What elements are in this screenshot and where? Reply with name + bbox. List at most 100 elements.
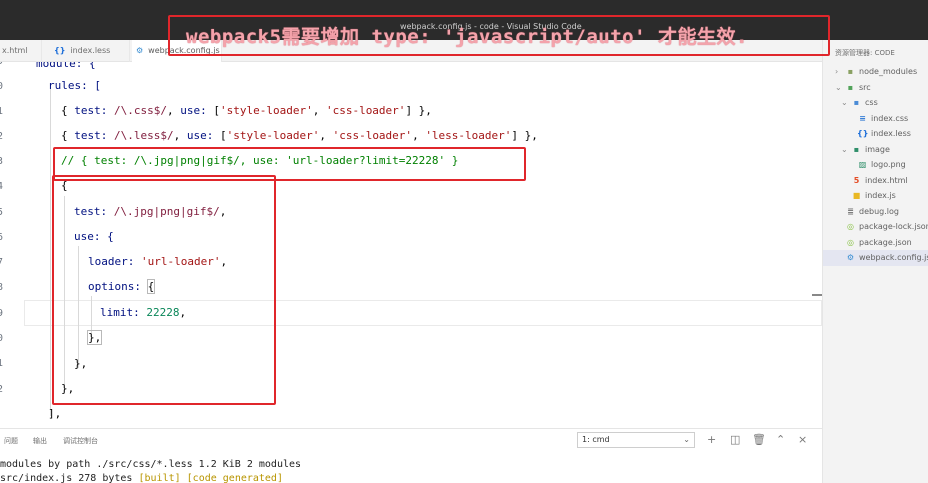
- code-line: module: {: [36, 62, 96, 72]
- tree-item-image[interactable]: ⌄ ▪ image: [841, 142, 890, 158]
- settings-file-icon: ⚙: [846, 253, 855, 262]
- curly-braces-icon: {}: [54, 46, 66, 55]
- code-token: rules: [: [48, 79, 101, 92]
- terminal-line: modules by path ./src/css/*.less 1.2 KiB…: [0, 459, 302, 470]
- line-number: 2: [0, 384, 4, 395]
- line-number: 9: [0, 62, 9, 67]
- tree-item-package-lock-json[interactable]: ◎ package-lock.json: [845, 219, 928, 235]
- tab-index-less[interactable]: {} index.less: [50, 40, 130, 62]
- code-token: test:: [74, 104, 114, 117]
- terminal-token: [built] [code generated]: [138, 473, 283, 483]
- tree-item-webpack-config[interactable]: ⚙ webpack.config.js: [823, 250, 928, 266]
- explorer-sidebar: 资源管理器: CODE › ▪ node_modules ⌄ ▪ src ⌄ ▪ css ≡…: [822, 40, 928, 483]
- js-file-icon: ■: [852, 191, 861, 200]
- tree-item-label: node_modules: [859, 67, 918, 76]
- json-file-icon: ◎: [847, 238, 854, 247]
- chevron-down-icon: ⌄: [835, 83, 842, 92]
- code-token: 'css-loader': [325, 104, 406, 117]
- code-token: use:: [180, 104, 214, 117]
- chevron-right-icon: ›: [835, 67, 839, 76]
- rule-highlight-box: [52, 175, 276, 405]
- tab-label: index.less: [70, 46, 111, 55]
- tree-item-index-js[interactable]: ■ index.js: [851, 188, 896, 204]
- tree-item-label: package-lock.json: [859, 222, 928, 231]
- explorer-title: 资源管理器: CODE: [835, 49, 895, 57]
- close-icon[interactable]: ×: [798, 433, 807, 447]
- code-editor[interactable]: 9 0 1 2 3 4 5 6 7 8 9 0 1 2 module: { ru…: [0, 62, 822, 428]
- tree-item-index-html[interactable]: 5 index.html: [851, 173, 908, 189]
- tree-item-css[interactable]: ⌄ ▪ css: [841, 95, 878, 111]
- chevron-down-icon: ⌄: [683, 435, 690, 444]
- code-token: test:: [74, 129, 114, 142]
- chevron-down-icon: ⌄: [841, 98, 848, 107]
- code-token: module: {: [36, 62, 96, 70]
- line-number: 2: [0, 131, 4, 142]
- code-line: ],: [48, 407, 62, 420]
- tab-index-html[interactable]: x.html: [0, 40, 42, 62]
- tree-item-index-less[interactable]: {} index.less: [857, 126, 911, 142]
- tree-item-label: package.json: [859, 238, 912, 247]
- tab-output[interactable]: 输出: [33, 436, 47, 446]
- code-line: rules: [: [48, 78, 101, 94]
- terminal-select-value: 1: cmd: [582, 435, 610, 444]
- annotation-text: webpack5需要增加 type: 'javascript/auto' 才能生…: [186, 26, 748, 48]
- code-token: 'css-loader': [332, 129, 413, 142]
- terminal-line: src/index.js 278 bytes [built] [code gen…: [0, 473, 283, 483]
- tab-debug-console[interactable]: 调试控制台: [63, 436, 98, 446]
- overview-ruler-mark: [812, 294, 822, 296]
- tree-item-package-json[interactable]: ◎ package.json: [845, 235, 912, 251]
- tab-problems[interactable]: 问题: [4, 436, 18, 446]
- settings-file-icon: ⚙: [136, 46, 144, 55]
- tree-item-label: src: [859, 83, 871, 92]
- tree-item-label: index.css: [871, 114, 909, 123]
- line-number: 6: [0, 232, 4, 243]
- curly-braces-icon: {}: [857, 129, 869, 138]
- line-number: 5: [0, 207, 4, 218]
- tree-item-src[interactable]: ⌄ ▪ src: [835, 80, 871, 96]
- code-token: 'less-loader': [425, 129, 512, 142]
- tree-item-label: webpack.config.js: [859, 253, 928, 262]
- line-number: 3: [0, 156, 4, 167]
- tab-label: x.html: [2, 46, 28, 55]
- image-folder-icon: ▪: [853, 145, 860, 154]
- code-token: /\.less$/: [114, 129, 174, 142]
- line-number: 1: [0, 358, 4, 369]
- indent-guide: [50, 86, 51, 416]
- tree-item-label: image: [865, 145, 890, 154]
- tree-item-label: debug.log: [859, 207, 899, 216]
- code-token: 'style-loader': [226, 129, 320, 142]
- line-number: 7: [0, 257, 4, 268]
- trash-icon[interactable]: 🗑: [752, 433, 766, 447]
- folder-icon: ▪: [847, 83, 854, 92]
- line-number: 0: [0, 333, 4, 344]
- tree-item-index-css[interactable]: ≡ index.css: [857, 111, 908, 127]
- split-terminal-icon[interactable]: ◫: [730, 433, 740, 447]
- folder-icon: ▪: [853, 98, 860, 107]
- line-number: 8: [0, 282, 4, 293]
- css-file-icon: ≡: [859, 114, 866, 123]
- code-line: { test: /\.less$/, use: ['style-loader',…: [61, 129, 538, 142]
- tree-item-logo-png[interactable]: ▨ logo.png: [857, 157, 906, 173]
- code-token: 'style-loader': [219, 104, 313, 117]
- add-terminal-icon[interactable]: +: [707, 433, 716, 447]
- line-number: 9: [0, 308, 4, 319]
- tree-item-label: index.less: [871, 129, 911, 138]
- chevron-down-icon: ⌄: [841, 145, 848, 154]
- tree-item-node-modules[interactable]: › ▪ node_modules: [835, 64, 917, 80]
- tree-item-label: index.html: [865, 176, 908, 185]
- log-file-icon: ≣: [847, 207, 854, 216]
- bottom-panel: 问题 输出 调试控制台 1: cmd ⌄ + ◫ 🗑 ⌃ × modules b…: [0, 428, 822, 483]
- terminal-token: src/index.js 278 bytes: [0, 473, 139, 483]
- chevron-up-icon[interactable]: ⌃: [776, 433, 785, 447]
- line-number-gutter: 9 0 1 2 3 4 5 6 7 8 9 0 1 2: [0, 62, 14, 428]
- tree-item-label: index.js: [865, 191, 896, 200]
- code-token: use:: [186, 129, 220, 142]
- html-file-icon: 5: [853, 176, 860, 185]
- folder-icon: ▪: [847, 67, 854, 76]
- json-file-icon: ◎: [847, 222, 854, 231]
- code-token: /\.css$/: [114, 104, 167, 117]
- image-file-icon: ▨: [858, 160, 867, 169]
- line-number: 1: [0, 106, 4, 117]
- tree-item-debug-log[interactable]: ≣ debug.log: [845, 204, 899, 220]
- terminal-select[interactable]: 1: cmd ⌄: [577, 432, 695, 448]
